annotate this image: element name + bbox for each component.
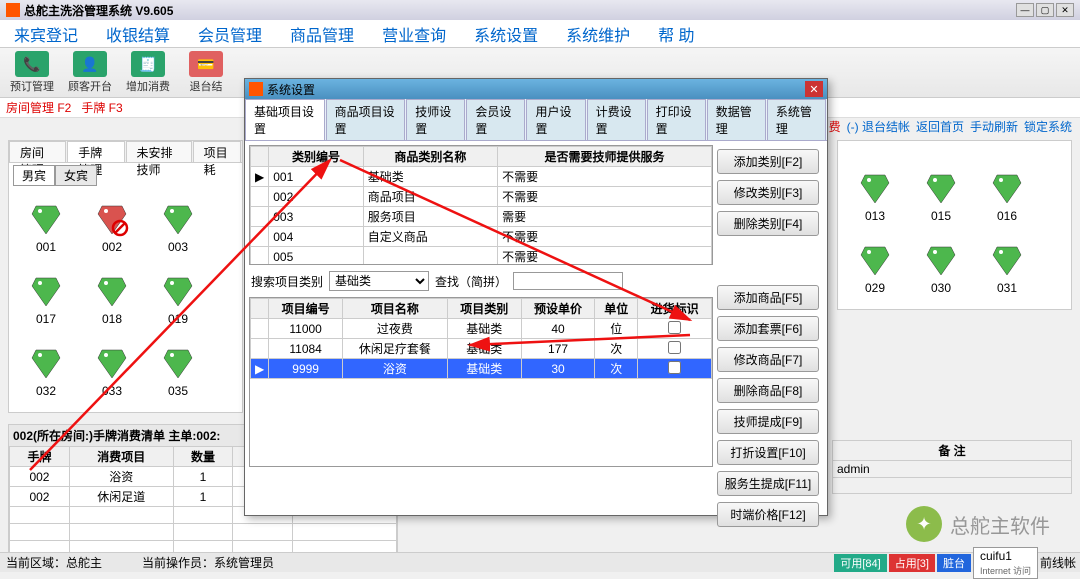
btn-服务生提成[F11][interactable]: 服务生提成[F11] (717, 471, 819, 496)
status-badge: 可用[84] (834, 554, 886, 572)
panel-tab-项目耗[interactable]: 项目耗 (193, 141, 241, 162)
dialog-titlebar: 系统设置 ✕ (245, 79, 827, 99)
remark-panel: 备 注 admin (832, 440, 1072, 494)
subnav-room[interactable]: 房间管理 F2 (6, 99, 71, 116)
menu-系统维护[interactable]: 系统维护 (552, 18, 644, 50)
btn-添加套票[F6][interactable]: 添加套票[F6] (717, 316, 819, 341)
tool-增加消费[interactable]: 🧾增加消费 (120, 50, 176, 96)
dialog-tabs: 基础项目设置商品项目设置技师设置会员设置用户设置计费设置打印设置数据管理系统管理 (245, 99, 827, 141)
dialog-icon (249, 82, 263, 96)
menu-会员管理[interactable]: 会员管理 (184, 18, 276, 50)
status-badge: 脏台 (937, 554, 971, 572)
table-row[interactable]: 003服务项目需要 (251, 207, 712, 227)
table-row[interactable]: ▶9999浴资基础类30次 (251, 359, 712, 379)
search-input[interactable] (513, 272, 623, 290)
right-link-row: 增加消费(-) 退台结帐返回首页手动刷新锁定系统 (787, 118, 1072, 135)
tool-预订管理[interactable]: 📞预订管理 (4, 50, 60, 96)
panel-tab-手牌管理[interactable]: 手牌管理 (67, 141, 124, 162)
tag-032[interactable]: 032 (13, 336, 79, 408)
btn-删除类别[F4][interactable]: 删除类别[F4] (717, 211, 819, 236)
btn-删除商品[F8][interactable]: 删除商品[F8] (717, 378, 819, 403)
btn-时端价格[F12][interactable]: 时端价格[F12] (717, 502, 819, 527)
dlg-tab-技师设置[interactable]: 技师设置 (406, 99, 465, 140)
table-row[interactable]: ▶001基础类不需要 (251, 167, 712, 187)
left-panel: 房间管理手牌管理未安排技师项目耗 男宾女宾 001002003 017018019… (8, 140, 243, 413)
status-badge: 占用[3] (889, 554, 935, 572)
tag-035[interactable]: 035 (145, 336, 211, 408)
tag-013[interactable]: 013 (842, 161, 908, 233)
app-icon (6, 3, 20, 17)
menu-系统设置[interactable]: 系统设置 (460, 18, 552, 50)
tag-015[interactable]: 015 (908, 161, 974, 233)
menu-商品管理[interactable]: 商品管理 (276, 18, 368, 50)
menu-营业查询[interactable]: 营业查询 (368, 18, 460, 50)
close-button[interactable]: ✕ (1056, 3, 1074, 17)
dlg-tab-商品项目设置[interactable]: 商品项目设置 (326, 99, 406, 140)
dialog-title: 系统设置 (267, 81, 315, 98)
tag-031[interactable]: 031 (974, 233, 1040, 305)
category-select[interactable]: 基础类 (329, 271, 429, 291)
dlg-tab-用户设置[interactable]: 用户设置 (526, 99, 585, 140)
panel-tab-房间管理[interactable]: 房间管理 (9, 141, 66, 162)
btn-技师提成[F9][interactable]: 技师提成[F9] (717, 409, 819, 434)
watermark: ✦ 总舵主软件 (906, 506, 1050, 542)
tool-顾客开台[interactable]: 👤顾客开台 (62, 50, 118, 96)
right-panel: 013015016 029030031 (837, 140, 1072, 310)
link-锁定系统[interactable]: 锁定系统 (1024, 120, 1072, 134)
btn-修改商品[F7][interactable]: 修改商品[F7] (717, 347, 819, 372)
gender-tab-男宾[interactable]: 男宾 (13, 165, 55, 186)
link-(-) 退台结帐[interactable]: (-) 退台结帐 (847, 120, 910, 134)
dlg-tab-基础项目设置[interactable]: 基础项目设置 (245, 99, 325, 140)
settings-dialog: 系统设置 ✕ 基础项目设置商品项目设置技师设置会员设置用户设置计费设置打印设置数… (244, 78, 828, 516)
tag-017[interactable]: 017 (13, 264, 79, 336)
remark-header: 备 注 (833, 441, 1072, 461)
category-table: 类别编号商品类别名称是否需要技师提供服务 ▶001基础类不需要002商品项目不需… (250, 146, 712, 265)
tag-001[interactable]: 001 (13, 192, 79, 264)
item-table: 项目编号项目名称项目类别预设单价单位进货标识 11000过夜费基础类40位110… (250, 298, 712, 379)
tag-003[interactable]: 003 (145, 192, 211, 264)
subnav-tag[interactable]: 手牌 F3 (81, 99, 122, 116)
tool-退台结[interactable]: 💳退台结 (178, 50, 234, 96)
btn-添加商品[F5][interactable]: 添加商品[F5] (717, 285, 819, 310)
tag-018[interactable]: 018 (79, 264, 145, 336)
btn-修改类别[F3][interactable]: 修改类别[F3] (717, 180, 819, 205)
minimize-button[interactable]: — (1016, 3, 1034, 17)
category-table-wrap[interactable]: 类别编号商品类别名称是否需要技师提供服务 ▶001基础类不需要002商品项目不需… (249, 145, 713, 265)
search-row: 搜索项目类别 基础类 查找（简拼） (249, 265, 713, 297)
dlg-tab-打印设置[interactable]: 打印设置 (647, 99, 706, 140)
dialog-close-button[interactable]: ✕ (805, 81, 823, 97)
tag-030[interactable]: 030 (908, 233, 974, 305)
item-table-wrap[interactable]: 项目编号项目名称项目类别预设单价单位进货标识 11000过夜费基础类40位110… (249, 297, 713, 467)
btn-添加类别[F2][interactable]: 添加类别[F2] (717, 149, 819, 174)
dlg-tab-计费设置[interactable]: 计费设置 (587, 99, 646, 140)
tag-002[interactable]: 002 (79, 192, 145, 264)
table-row[interactable]: 005不需要 (251, 247, 712, 266)
tag-019[interactable]: 019 (145, 264, 211, 336)
gender-tab-女宾[interactable]: 女宾 (55, 165, 97, 186)
dlg-tab-会员设置[interactable]: 会员设置 (466, 99, 525, 140)
statusbar: 当前区域：总舵主 当前操作员：系统管理员 可用[84]占用[3]脏台cuifu1… (0, 552, 1080, 572)
menu-收银结算[interactable]: 收银结算 (92, 18, 184, 50)
dlg-tab-数据管理[interactable]: 数据管理 (707, 99, 766, 140)
tag-033[interactable]: 033 (79, 336, 145, 408)
table-row[interactable]: 11000过夜费基础类40位 (251, 319, 712, 339)
table-row[interactable]: 002商品项目不需要 (251, 187, 712, 207)
table-row[interactable]: 11084休闲足疗套餐基础类177次 (251, 339, 712, 359)
table-row[interactable]: 004自定义商品不需要 (251, 227, 712, 247)
menu-来宾登记[interactable]: 来宾登记 (0, 18, 92, 50)
menubar: 来宾登记收银结算会员管理商品管理营业查询系统设置系统维护帮 助 (0, 20, 1080, 48)
app-title: 总舵主洗浴管理系统 V9.605 (24, 2, 1016, 19)
tag-016[interactable]: 016 (974, 161, 1040, 233)
menu-帮 助[interactable]: 帮 助 (644, 18, 708, 50)
tag-029[interactable]: 029 (842, 233, 908, 305)
link-手动刷新[interactable]: 手动刷新 (970, 120, 1018, 134)
wechat-icon: ✦ (906, 506, 942, 542)
panel-tab-未安排技师[interactable]: 未安排技师 (126, 141, 192, 162)
link-返回首页[interactable]: 返回首页 (916, 120, 964, 134)
dlg-tab-系统管理[interactable]: 系统管理 (767, 99, 826, 140)
remark-cell: admin (833, 461, 1072, 478)
maximize-button[interactable]: ▢ (1036, 3, 1054, 17)
btn-打折设置[F10][interactable]: 打折设置[F10] (717, 440, 819, 465)
